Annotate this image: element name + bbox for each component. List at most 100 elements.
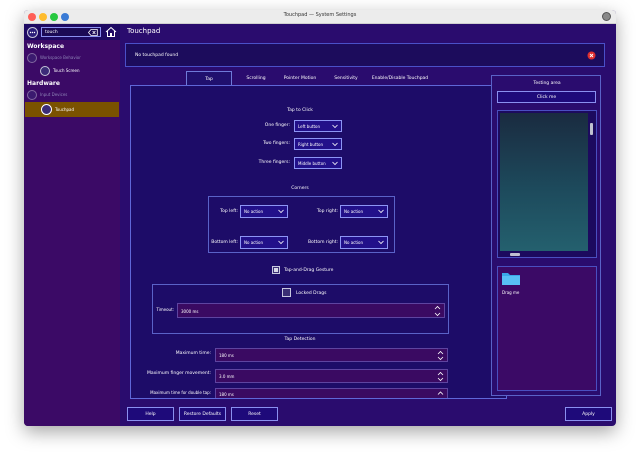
one-finger-value: Left button xyxy=(298,124,320,129)
bottom-right-select[interactable]: No action xyxy=(340,236,388,249)
folder-icon[interactable] xyxy=(501,270,521,286)
sidebar-toolbar: touch xyxy=(24,24,120,40)
top-left-value: No action xyxy=(244,209,264,214)
timeout-value: 3000 ms xyxy=(181,309,199,314)
sidebar-item-input-devices[interactable]: Input Devices xyxy=(24,89,120,101)
locked-drags-label: Locked Drags xyxy=(296,291,327,296)
chevron-down-icon xyxy=(278,240,284,245)
top-left-label: Top left: xyxy=(220,209,238,214)
tab-pointer-motion[interactable]: Pointer Motion xyxy=(278,73,322,85)
three-fingers-value: Middle button xyxy=(298,161,326,166)
app-icon xyxy=(602,12,611,21)
tab-sensitivity[interactable]: Sensitivity xyxy=(326,73,366,85)
search-input-value: touch xyxy=(45,30,58,35)
settings-window: Touchpad — System Settings touch Workspa… xyxy=(24,10,616,426)
maximum-time-spinbox[interactable]: 180 ms xyxy=(215,348,448,362)
menu-icon[interactable] xyxy=(27,27,38,38)
tap-drag-checkbox[interactable] xyxy=(272,266,280,274)
timeout-label: Timeout: xyxy=(156,307,174,312)
clear-search-icon[interactable] xyxy=(88,29,98,36)
notification-message: No touchpad found xyxy=(135,53,179,58)
tab-tap[interactable]: Tap xyxy=(186,71,232,86)
title-bar: Touchpad — System Settings xyxy=(24,10,616,24)
spin-arrows-icon[interactable] xyxy=(437,371,444,382)
sidebar-item-touchpad[interactable]: Touchpad xyxy=(25,102,119,117)
bottom-left-value: No action xyxy=(244,240,264,245)
chevron-down-icon xyxy=(378,209,384,214)
tab-label: Scrolling xyxy=(246,76,266,81)
checkbox-check-mark xyxy=(274,268,278,272)
chevron-down-icon xyxy=(378,240,384,245)
drag-me-area[interactable]: Drag me xyxy=(497,266,597,391)
tab-label: Tap xyxy=(205,77,213,82)
two-fingers-label: Two fingers: xyxy=(263,141,290,146)
two-fingers-value: Right button xyxy=(298,142,323,147)
workspace-behavior-icon xyxy=(27,53,37,63)
timeout-spinbox[interactable]: 3000 ms xyxy=(177,303,445,318)
bottom-left-label: Bottom left: xyxy=(211,240,238,245)
notification-banner: No touchpad found xyxy=(125,43,605,67)
testing-area-title: Testing area xyxy=(533,81,561,86)
window-title: Touchpad — System Settings xyxy=(283,12,357,18)
tab-label: Enable/Disable Touchpad xyxy=(371,76,429,81)
chevron-down-icon xyxy=(332,142,338,147)
tap-detection-heading: Tap Detection xyxy=(284,337,316,342)
section-header-hardware: Hardware xyxy=(27,80,60,87)
section-header-workspace: Workspace xyxy=(27,43,65,50)
help-button[interactable]: Help xyxy=(127,407,174,421)
bottom-right-label: Bottom right: xyxy=(307,240,338,245)
error-icon xyxy=(587,51,596,60)
chevron-down-icon xyxy=(332,124,338,129)
locked-drags-checkbox[interactable] xyxy=(282,288,291,297)
sidebar-item-workspace-behavior[interactable]: Workspace Behavior xyxy=(24,52,120,64)
maximum-double-tap-label: Maximum time for double tap: xyxy=(150,390,211,395)
reset-button[interactable]: Reset xyxy=(231,407,278,421)
test-scroll-area[interactable] xyxy=(497,110,597,258)
maximum-finger-movement-label: Maximum finger movement: xyxy=(146,371,211,376)
one-finger-label: One finger: xyxy=(264,123,290,128)
sidebar-item-label: Input Devices xyxy=(40,92,68,97)
maximum-finger-movement-spinbox[interactable]: 3.0 mm xyxy=(215,369,448,383)
testing-area-panel: Testing area Click me Drag me xyxy=(491,75,601,396)
maximum-double-tap-spinbox[interactable]: 180 ms xyxy=(215,388,448,398)
spin-up-icon[interactable] xyxy=(437,390,444,396)
tab-label: Pointer Motion xyxy=(283,76,317,81)
sidebar-item-touch-screen[interactable]: Touch Screen xyxy=(24,65,120,77)
drag-me-label: Drag me xyxy=(502,290,520,295)
top-right-label: Top right: xyxy=(316,209,338,214)
top-left-select[interactable]: No action xyxy=(240,205,288,218)
maximum-time-label: Maximum time: xyxy=(175,351,211,356)
chevron-down-icon xyxy=(332,161,338,166)
home-icon[interactable] xyxy=(105,26,117,38)
apply-button[interactable]: Apply xyxy=(565,407,612,421)
test-horizontal-scrollbar[interactable] xyxy=(510,253,520,256)
input-devices-icon xyxy=(27,90,37,100)
spin-arrows-icon[interactable] xyxy=(437,350,444,361)
chevron-down-icon xyxy=(278,209,284,214)
maximum-time-value: 180 ms xyxy=(219,353,234,358)
two-fingers-select[interactable]: Right button xyxy=(294,138,342,150)
tap-drag-label: Tap-and-Drag Gesture xyxy=(284,268,334,273)
bottom-right-value: No action xyxy=(344,240,364,245)
sidebar-item-label: Workspace Behavior xyxy=(40,55,81,60)
maximum-double-tap-value: 180 ms xyxy=(219,392,234,397)
top-right-select[interactable]: No action xyxy=(340,205,388,218)
three-fingers-label: Three fingers: xyxy=(258,160,290,165)
restore-defaults-button[interactable]: Restore Defaults xyxy=(179,407,226,421)
sidebar-item-label: Touch Screen xyxy=(53,68,80,73)
bottom-left-select[interactable]: No action xyxy=(240,236,288,249)
three-fingers-select[interactable]: Middle button xyxy=(294,157,342,169)
search-input[interactable]: touch xyxy=(41,27,101,37)
tab-scrolling[interactable]: Scrolling xyxy=(234,73,278,85)
maximum-finger-movement-value: 3.0 mm xyxy=(219,374,235,379)
test-vertical-scrollbar[interactable] xyxy=(590,123,593,135)
tab-enable-disable[interactable]: Enable/Disable Touchpad xyxy=(367,73,433,85)
test-scroll-image xyxy=(500,113,588,251)
tap-to-click-heading: Tap to Click xyxy=(287,108,313,113)
spin-arrows-icon[interactable] xyxy=(434,305,441,317)
one-finger-select[interactable]: Left button xyxy=(294,120,342,132)
sidebar-item-label: Touchpad xyxy=(55,107,75,112)
click-me-button[interactable]: Click me xyxy=(497,91,596,103)
sidebar: touch Workspace Workspace Behavior Touch… xyxy=(24,24,120,426)
touch-screen-icon xyxy=(40,66,50,76)
